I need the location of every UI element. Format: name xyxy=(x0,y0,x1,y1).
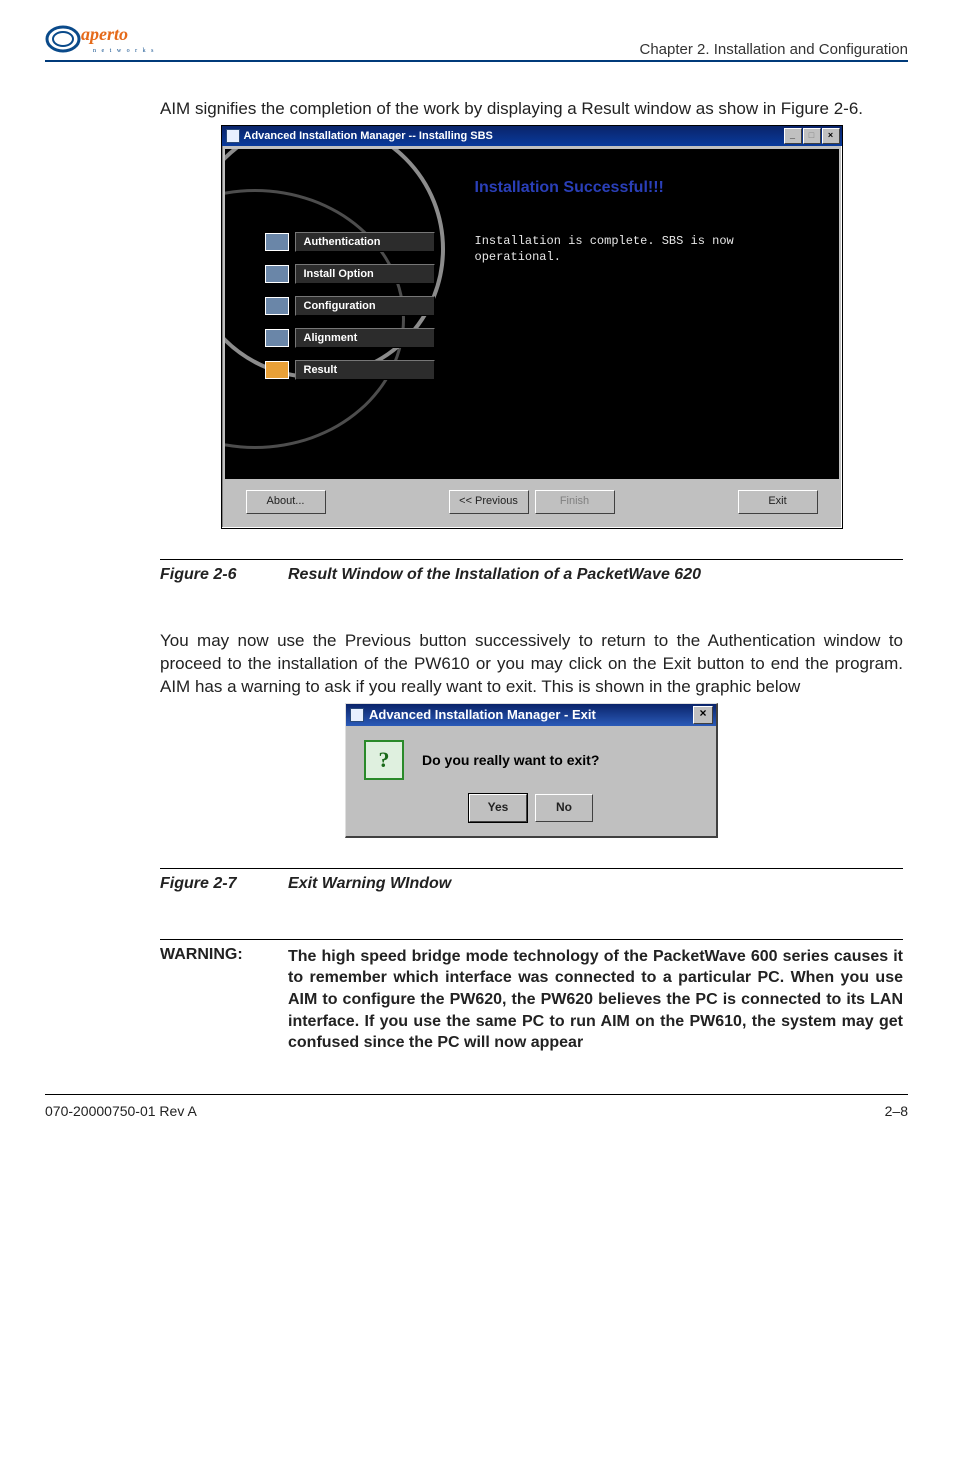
logo-text: aperto xyxy=(81,24,128,44)
titlebar: Advanced Installation Manager - Exit × xyxy=(346,704,716,726)
dialog-message: Do you really want to exit? xyxy=(422,752,599,768)
step-configuration: Configuration xyxy=(265,293,435,319)
previous-button[interactable]: << Previous xyxy=(449,490,529,514)
step-indicator-icon xyxy=(265,265,289,283)
figure-number: Figure 2-6 xyxy=(160,566,288,584)
step-indicator-icon xyxy=(265,233,289,251)
installer-window: Advanced Installation Manager -- Install… xyxy=(221,125,843,529)
page-header: aperto n e t w o r k s Chapter 2. Instal… xyxy=(45,20,908,62)
app-icon xyxy=(350,708,364,722)
result-headline: Installation Successful!!! xyxy=(475,179,821,197)
step-indicator-icon xyxy=(265,361,289,379)
paragraph-intro: AIM signifies the completion of the work… xyxy=(160,98,903,121)
figure-rule xyxy=(160,868,903,869)
logo-subtext: n e t w o r k s xyxy=(93,48,156,54)
maximize-button: □ xyxy=(803,128,821,144)
about-button[interactable]: About... xyxy=(246,490,326,514)
step-indicator-icon xyxy=(265,297,289,315)
figure-rule xyxy=(160,559,903,560)
step-label: Install Option xyxy=(295,264,435,284)
page-number: 2–8 xyxy=(885,1103,908,1119)
yes-button[interactable]: Yes xyxy=(469,794,527,822)
step-label: Result xyxy=(295,360,435,380)
dialog-title: Advanced Installation Manager - Exit xyxy=(369,707,596,722)
warning-rule xyxy=(160,939,903,940)
warning-block: WARNING: The high speed bridge mode tech… xyxy=(160,946,903,1054)
step-authentication: Authentication xyxy=(265,229,435,255)
question-icon: ? xyxy=(364,740,404,780)
step-alignment: Alignment xyxy=(265,325,435,351)
close-button[interactable]: × xyxy=(822,128,840,144)
figure-title: Result Window of the Installation of a P… xyxy=(288,566,701,584)
doc-id: 070-20000750-01 Rev A xyxy=(45,1103,197,1119)
step-label: Alignment xyxy=(295,328,435,348)
chapter-title: Chapter 2. Installation and Configuratio… xyxy=(639,41,908,58)
logo: aperto n e t w o r k s xyxy=(45,20,165,58)
exit-button[interactable]: Exit xyxy=(738,490,818,514)
app-icon xyxy=(226,129,240,143)
close-button[interactable]: × xyxy=(693,706,713,724)
finish-button: Finish xyxy=(535,490,615,514)
minimize-button[interactable]: _ xyxy=(784,128,802,144)
step-indicator-icon xyxy=(265,329,289,347)
no-button[interactable]: No xyxy=(535,794,593,822)
result-message: Installation is complete. SBS is now ope… xyxy=(475,233,821,265)
step-panel: Authentication Install Option Configurat… xyxy=(225,149,445,479)
titlebar: Advanced Installation Manager -- Install… xyxy=(222,126,842,146)
warning-label: WARNING: xyxy=(160,946,288,964)
figure-number: Figure 2-7 xyxy=(160,875,288,893)
step-install-option: Install Option xyxy=(265,261,435,287)
paragraph-followup: You may now use the Previous button succ… xyxy=(160,630,903,699)
window-title: Advanced Installation Manager -- Install… xyxy=(244,130,493,142)
figure-caption: Figure 2-6 Result Window of the Installa… xyxy=(160,566,903,584)
step-label: Authentication xyxy=(295,232,435,252)
step-result: Result xyxy=(265,357,435,383)
step-label: Configuration xyxy=(295,296,435,316)
warning-text: The high speed bridge mode technology of… xyxy=(288,946,903,1054)
figure-title: Exit Warning WIndow xyxy=(288,875,451,893)
exit-dialog: Advanced Installation Manager - Exit × ?… xyxy=(345,703,718,838)
page-footer: 070-20000750-01 Rev A 2–8 xyxy=(45,1094,908,1119)
figure-caption: Figure 2-7 Exit Warning WIndow xyxy=(160,875,903,893)
